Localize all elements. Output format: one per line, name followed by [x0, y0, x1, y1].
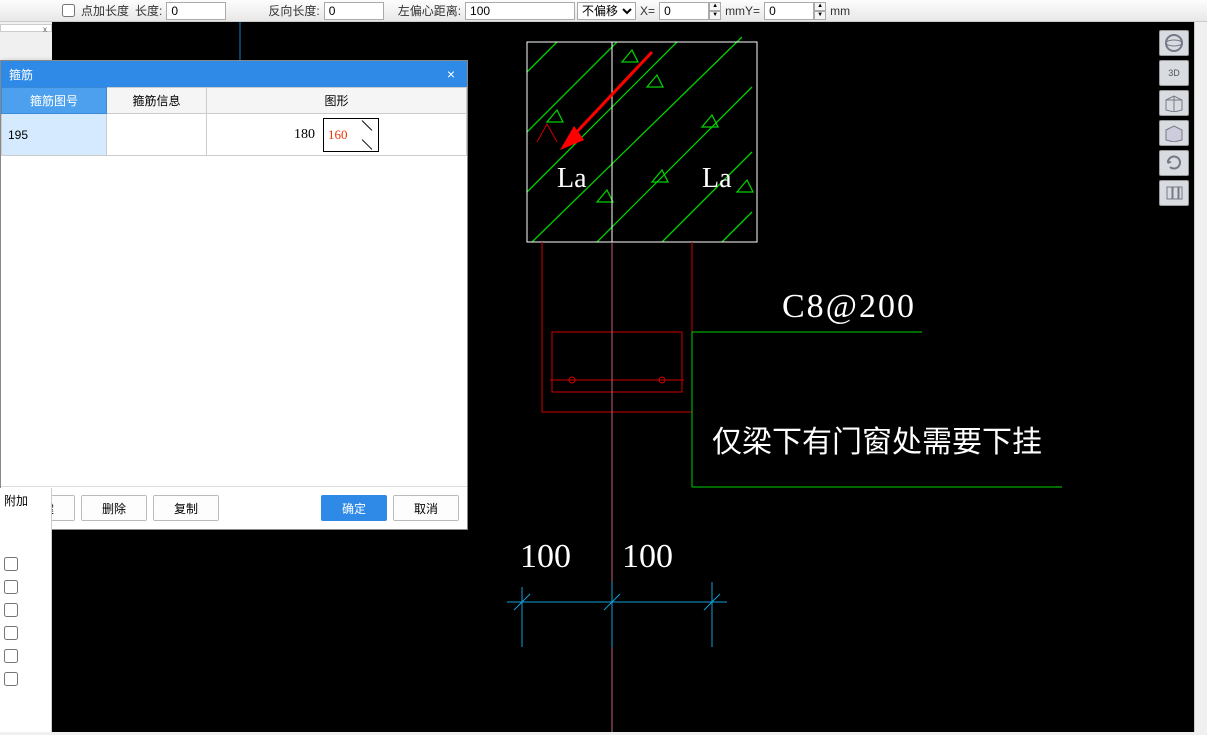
right-strip [1194, 22, 1207, 732]
reverse-length-input[interactable] [324, 2, 384, 20]
rotate-icon[interactable] [1159, 150, 1189, 176]
rebar-text: C8@200 [782, 288, 916, 325]
stirrup-grid: 箍筋图号 箍筋信息 图形 195 180 160 [1, 87, 467, 156]
dialog-buttons: 新建 删除 复制 确定 取消 [1, 486, 467, 529]
cube-front-icon[interactable] [1159, 90, 1189, 116]
shape-preview: 160 [323, 118, 379, 152]
offset-select[interactable]: 不偏移 [577, 2, 636, 20]
dialog-title-text: 箍筋 [9, 66, 33, 83]
panel-close-strip[interactable]: x [0, 24, 52, 32]
col-info-header[interactable]: 箍筋信息 [107, 88, 207, 114]
la-text-1: La [557, 163, 587, 194]
add-length-checkbox[interactable] [62, 4, 75, 17]
dim-100-2: 100 [622, 538, 673, 575]
cell-num[interactable]: 195 [2, 114, 107, 156]
reverse-length-label: 反向长度: [268, 2, 319, 19]
copy-button[interactable]: 复制 [153, 495, 219, 521]
delete-button[interactable]: 删除 [81, 495, 147, 521]
left-offset-label: 左偏心距离: [398, 2, 461, 19]
x-input[interactable] [659, 2, 709, 20]
fujia-label: 附加 [4, 492, 47, 509]
y-label: mmY= [725, 4, 760, 18]
dim-100-1: 100 [520, 538, 571, 575]
col-shape-header[interactable]: 图形 [207, 88, 467, 114]
shape-dim-160: 160 [328, 127, 348, 143]
table-row[interactable]: 195 180 160 [2, 114, 467, 156]
y-input[interactable] [764, 2, 814, 20]
col-num-header[interactable]: 箍筋图号 [2, 88, 107, 114]
option-checkbox-2[interactable] [4, 580, 18, 594]
grid-empty-area [1, 156, 467, 486]
x-down-icon[interactable]: ▼ [709, 11, 721, 20]
cube-3d-icon[interactable]: 3D [1159, 60, 1189, 86]
shape-dim-180: 180 [294, 127, 315, 143]
nav-orbit-icon[interactable] [1159, 30, 1189, 56]
option-checkbox-1[interactable] [4, 557, 18, 571]
top-toolbar: 点加长度 长度: 反向长度: 左偏心距离: 不偏移 X= ▲▼ mmY= ▲▼ … [0, 0, 1207, 22]
option-checkbox-5[interactable] [4, 649, 18, 663]
add-length-label: 点加长度 [81, 2, 129, 19]
y-up-icon[interactable]: ▲ [814, 2, 826, 11]
left-offset-input[interactable] [465, 2, 575, 20]
x-label: X= [640, 4, 655, 18]
option-checkbox-3[interactable] [4, 603, 18, 617]
option-checkbox-6[interactable] [4, 672, 18, 686]
ok-button[interactable]: 确定 [321, 495, 387, 521]
cube-side-icon[interactable] [1159, 120, 1189, 146]
stirrup-dialog: 箍筋 × 箍筋图号 箍筋信息 图形 195 180 160 新建 删除 复制 [0, 60, 468, 530]
cell-info[interactable] [107, 114, 207, 156]
left-panel: 附加 [0, 488, 52, 732]
view-tools: 3D [1156, 30, 1192, 206]
la-text-2: La [702, 163, 732, 194]
close-icon: x [43, 25, 47, 34]
dialog-titlebar[interactable]: 箍筋 × [1, 61, 467, 87]
cell-shape[interactable]: 180 160 [207, 114, 467, 156]
note-text: 仅梁下有门窗处需要下挂 [712, 426, 1042, 459]
cancel-button[interactable]: 取消 [393, 495, 459, 521]
y-down-icon[interactable]: ▼ [814, 11, 826, 20]
length-label: 长度: [135, 2, 162, 19]
x-up-icon[interactable]: ▲ [709, 2, 721, 11]
layers-icon[interactable] [1159, 180, 1189, 206]
mm-label: mm [830, 4, 850, 18]
option-checkbox-4[interactable] [4, 626, 18, 640]
length-input[interactable] [166, 2, 226, 20]
dialog-close-button[interactable]: × [443, 66, 459, 82]
